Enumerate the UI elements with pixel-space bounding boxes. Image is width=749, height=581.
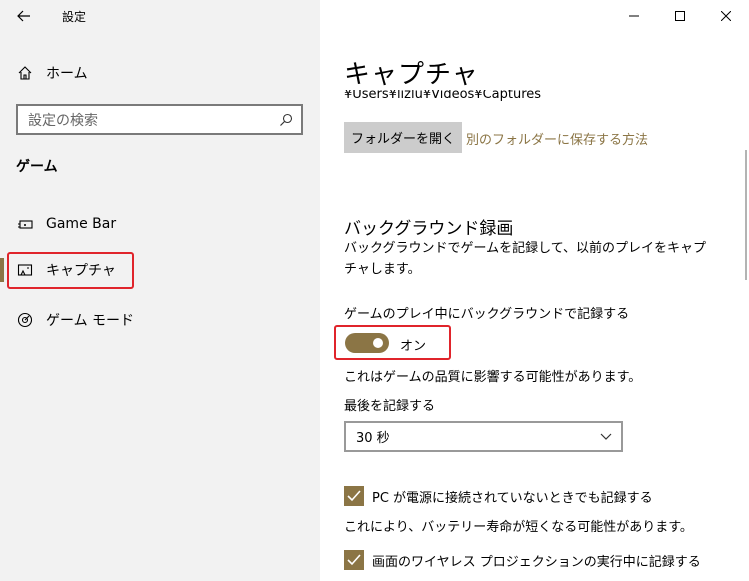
content-pane: キャプチャ ¥Users¥lizlu¥Videos¥Captures フォルダー… <box>320 0 749 581</box>
checkbox-record-on-battery[interactable]: PC が電源に接続されていないときでも記録する <box>344 486 653 506</box>
close-icon <box>721 11 731 21</box>
app-title: 設定 <box>62 10 87 24</box>
open-folder-button[interactable]: フォルダーを開く <box>344 122 462 153</box>
checkmark-icon <box>347 490 361 502</box>
sidebar-item-game-mode[interactable]: ゲーム モード <box>16 308 134 332</box>
bg-recording-toggle-label: ゲームのプレイ中にバックグラウンドで記録する <box>344 307 630 322</box>
capture-folder-path: ¥Users¥lizlu¥Videos¥Captures <box>344 90 542 102</box>
minimize-button[interactable] <box>611 0 657 32</box>
title-bar-left: 設定 <box>0 0 320 32</box>
checkmark-icon <box>347 554 361 566</box>
checkbox-label: PC が電源に接続されていないときでも記録する <box>372 490 653 506</box>
quality-note: これはゲームの品質に影響する可能性があります。 <box>344 370 642 385</box>
chevron-down-icon <box>591 433 621 441</box>
highlight-box-toggle <box>334 325 451 360</box>
close-button[interactable] <box>703 0 749 32</box>
sidebar-item-label: Game Bar <box>46 216 117 232</box>
selection-indicator <box>0 258 4 282</box>
search-icon[interactable] <box>271 113 301 127</box>
sidebar: 設定 ホーム 設定の検索 ゲーム Game Bar キャプチャ ゲーム モード <box>0 0 320 581</box>
home-icon <box>16 64 34 82</box>
section-heading-bg-recording: バックグラウンド録画 <box>344 219 514 239</box>
checkbox-label: 画面のワイヤレス プロジェクションの実行中に記録する <box>372 554 701 570</box>
scrollbar[interactable] <box>745 150 747 280</box>
minimize-icon <box>629 15 639 17</box>
battery-note: これにより、バッテリー寿命が短くなる可能性があります。 <box>344 520 693 535</box>
game-mode-icon <box>16 311 34 329</box>
back-button[interactable] <box>10 4 38 28</box>
record-last-label: 最後を記録する <box>344 399 436 414</box>
save-location-link[interactable]: 別のフォルダーに保存する方法 <box>466 129 648 148</box>
checkbox-checked[interactable] <box>344 486 364 506</box>
back-arrow-icon <box>17 10 30 22</box>
highlight-box-capture <box>7 252 134 289</box>
checkbox-record-wireless-projection[interactable]: 画面のワイヤレス プロジェクションの実行中に記録する <box>344 550 701 570</box>
bg-recording-description: バックグラウンドでゲームを記録して、以前のプレイをキャプチャします。 <box>344 241 707 277</box>
page-title: キャプチャ <box>344 60 479 90</box>
section-heading: ゲーム <box>16 159 58 175</box>
sidebar-item-label: ゲーム モード <box>46 313 135 329</box>
checkbox-checked[interactable] <box>344 550 364 570</box>
record-last-value: 30 秒 <box>356 431 390 446</box>
record-last-dropdown[interactable]: 30 秒 <box>344 421 623 452</box>
sidebar-item-home[interactable]: ホーム <box>16 62 88 84</box>
game-bar-icon <box>16 215 34 233</box>
home-label: ホーム <box>46 66 88 82</box>
maximize-icon <box>675 11 685 21</box>
search-box[interactable]: 設定の検索 <box>16 104 303 135</box>
sidebar-item-game-bar[interactable]: Game Bar <box>16 212 116 236</box>
maximize-button[interactable] <box>657 0 703 32</box>
search-input[interactable]: 設定の検索 <box>18 110 271 130</box>
